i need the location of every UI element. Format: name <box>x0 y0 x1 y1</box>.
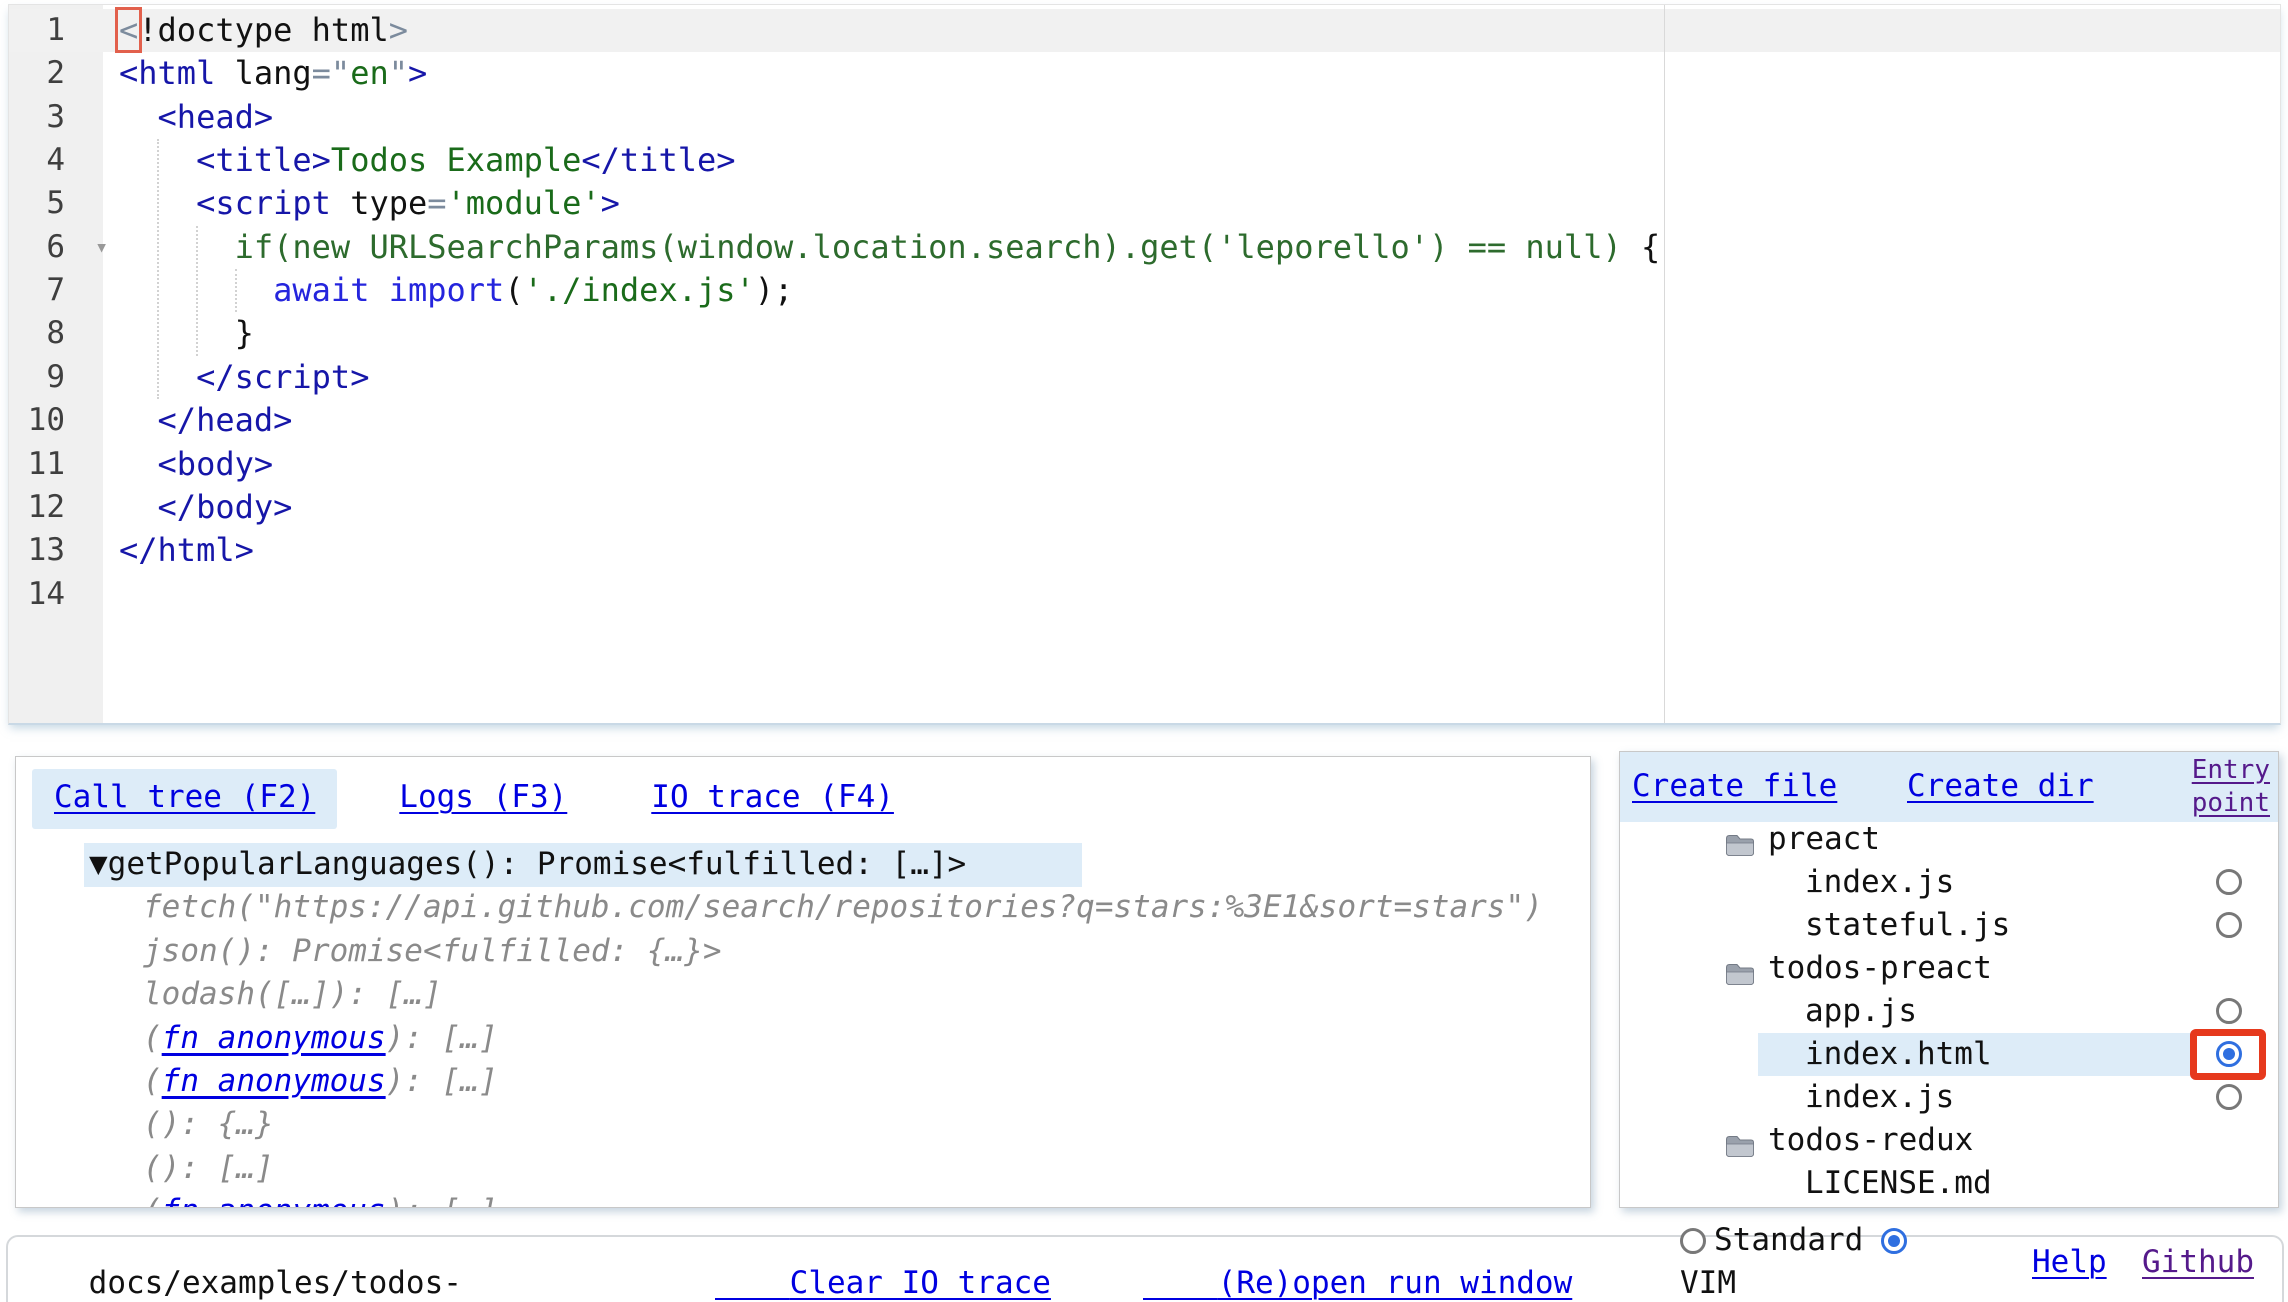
line-number: 14 <box>9 573 65 616</box>
standard-mode-radio[interactable] <box>1680 1228 1706 1254</box>
standard-mode-label: Standard <box>1714 1222 1863 1258</box>
current-file-path: docs/examples/todos-preact/index.html <box>14 1219 462 1302</box>
file-name: LICENSE.md <box>1805 1162 1992 1205</box>
clear-io-trace-button[interactable]: Clear IO trace(F6) <box>715 1219 1051 1302</box>
line-number: 8 <box>9 312 65 355</box>
create-dir-button[interactable]: Create dir <box>1907 768 2094 804</box>
folder-row[interactable]: todos-redux <box>1620 1119 2278 1162</box>
folder-row[interactable]: preact <box>1620 818 2278 861</box>
file-name: app.js <box>1805 990 1917 1033</box>
file-name: stateful.js <box>1805 904 2010 947</box>
code-editor[interactable]: 1 <!doctype html> 2 <html lang="en"> 3 <head… <box>8 4 2281 725</box>
code-line: } <box>119 312 254 355</box>
file-name: index.html <box>1805 1033 1992 1076</box>
github-link[interactable]: Github <box>2142 1241 2254 1284</box>
line-number: 5 <box>9 182 65 225</box>
fn-anonymous-link[interactable]: fn anonymous <box>162 1193 386 1208</box>
entry-point-column-label: Entry point <box>2192 754 2270 820</box>
line-number: 7 <box>9 269 65 312</box>
tab-call-tree[interactable]: Call tree (F2) <box>32 769 337 829</box>
code-line: </html> <box>119 529 254 572</box>
line-number: 1 <box>9 9 65 52</box>
code-line: await import('./index.js'); <box>119 269 793 312</box>
folder-name: todos-redux <box>1768 1119 1973 1162</box>
code-line: </head> <box>119 399 292 442</box>
file-row[interactable]: index.js <box>1620 1076 2278 1119</box>
files-header: Create file Create dir Entry point <box>1620 752 2278 822</box>
line-number: 10 <box>9 399 65 442</box>
code-line: <title>Todos Example</title> <box>119 139 736 182</box>
code-line: <body> <box>119 443 273 486</box>
print-margin-ruler <box>1664 5 1665 723</box>
tab-logs[interactable]: Logs (F3) <box>377 769 589 829</box>
code-line: if(new URLSearchParams(window.location.s… <box>119 226 1660 269</box>
line-number: 11 <box>9 443 65 486</box>
line-number: 6 <box>9 226 65 269</box>
line-number: 9 <box>9 356 65 399</box>
file-row[interactable]: stateful.js <box>1620 904 2278 947</box>
calltree-node[interactable]: (fn anonymous): […] <box>143 1060 498 1103</box>
file-name: index.js <box>1805 1076 1954 1119</box>
file-tree-panel: Create file Create dir Entry point preac… <box>1619 751 2279 1208</box>
calltree-node[interactable]: fetch("https://api.github.com/search/rep… <box>143 886 1543 929</box>
vim-mode-radio[interactable] <box>1881 1228 1907 1254</box>
line-number: 12 <box>9 486 65 529</box>
entry-point-radio[interactable] <box>2216 998 2242 1024</box>
calltree-node-selected[interactable]: ▼getPopularLanguages(): Promise<fulfille… <box>89 843 966 886</box>
help-link[interactable]: Help <box>2032 1241 2107 1284</box>
line-number: 13 <box>9 529 65 572</box>
folder-name: todos-preact <box>1768 947 1992 990</box>
folder-name: preact <box>1768 818 1880 861</box>
line-number: 3 <box>9 96 65 139</box>
calltree-tabs: Call tree (F2) Logs (F3) IO trace (F4) <box>32 769 916 829</box>
vim-mode-label: VIM <box>1680 1265 1736 1301</box>
file-row[interactable]: LICENSE.md <box>1620 1162 2278 1205</box>
reopen-run-window-button[interactable]: (Re)open run window(F7) <box>1143 1219 1572 1302</box>
calltree-node[interactable]: (): […] <box>143 1147 274 1190</box>
tab-io-trace[interactable]: IO trace (F4) <box>629 769 916 829</box>
entry-point-radio[interactable] <box>2216 869 2242 895</box>
file-row[interactable]: app.js <box>1620 990 2278 1033</box>
code-line: <html lang="en"> <box>119 52 427 95</box>
cursor-highlight: < <box>119 11 138 49</box>
folder-row[interactable]: todos-preact <box>1620 947 2278 990</box>
calltree-panel: Call tree (F2) Logs (F3) IO trace (F4) ▼… <box>15 756 1591 1208</box>
leporello-app: 1 <!doctype html> 2 <html lang="en"> 3 <head… <box>0 0 2288 1302</box>
create-file-button[interactable]: Create file <box>1632 768 1837 804</box>
entry-point-radio[interactable] <box>2216 1084 2242 1110</box>
calltree-node[interactable]: (fn anonymous): […] <box>143 1017 498 1060</box>
entry-point-radio[interactable] <box>2216 912 2242 938</box>
calltree-node[interactable]: lodash([…]): […] <box>143 973 442 1016</box>
fn-anonymous-link[interactable]: fn anonymous <box>162 1020 386 1056</box>
calltree-node[interactable]: (fn anonymous): […] <box>143 1190 498 1208</box>
code-line: </script> <box>119 356 369 399</box>
fn-anonymous-link[interactable]: fn anonymous <box>162 1063 386 1099</box>
code-line: </body> <box>119 486 292 529</box>
calltree-node[interactable]: json(): Promise<fulfilled: {…}> <box>143 930 722 973</box>
code-line: <!doctype html> <box>119 9 408 52</box>
line-number: 2 <box>9 52 65 95</box>
code-line: <head> <box>119 96 273 139</box>
file-name: index.js <box>1805 861 1954 904</box>
file-row[interactable]: index.js <box>1620 861 2278 904</box>
calltree-node[interactable]: (): {…} <box>143 1103 274 1146</box>
line-number: 4 <box>9 139 65 182</box>
entry-point-selection-box <box>2190 1029 2266 1080</box>
code-line: <script type='module'> <box>119 182 620 225</box>
editor-mode-radio-group: Standard VIM <box>1680 1219 1958 1302</box>
file-row[interactable]: index.html <box>1620 1033 2278 1076</box>
fold-arrow-icon[interactable]: ▾ <box>95 226 119 269</box>
